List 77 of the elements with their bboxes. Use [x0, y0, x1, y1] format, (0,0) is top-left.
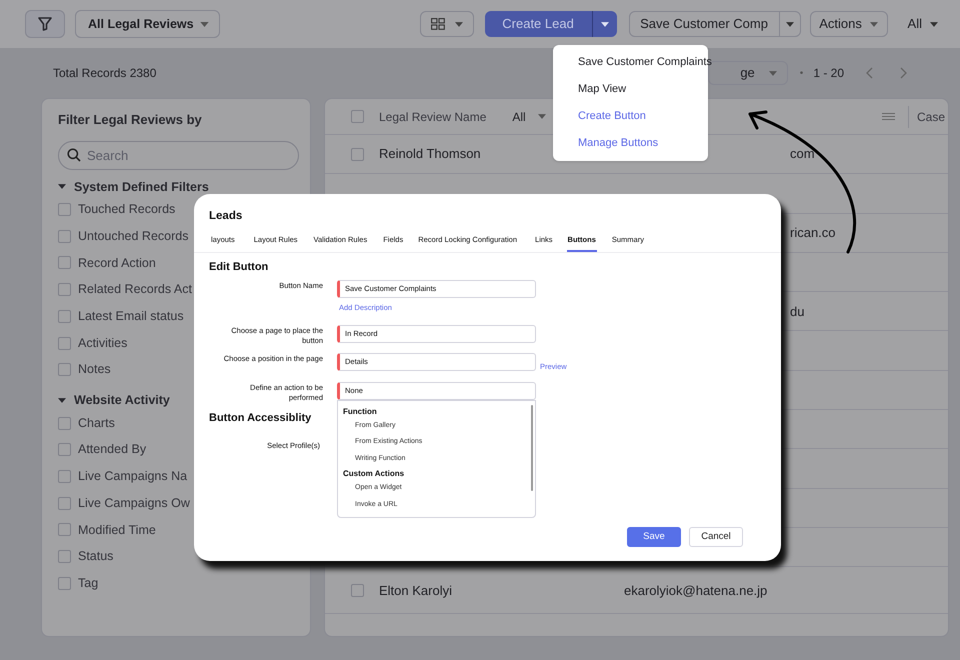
menu-item[interactable]: Map View — [553, 76, 708, 103]
caret-icon — [870, 22, 878, 26]
search-icon — [67, 148, 81, 162]
filter-group-header[interactable]: Website Activity — [58, 391, 170, 410]
option-group-label: Function — [342, 406, 378, 418]
option-group-label: Custom Actions — [342, 468, 406, 480]
section-title: Edit Button — [208, 260, 268, 276]
checkbox[interactable] — [351, 110, 364, 123]
page-range: 1 - 20 — [813, 65, 844, 82]
checkbox[interactable] — [58, 443, 71, 456]
checkbox[interactable] — [58, 336, 71, 350]
total-records-label: Total Records 2380 — [53, 65, 156, 82]
caret-icon — [454, 22, 463, 26]
table-cell-text: com — [790, 145, 815, 164]
checkbox[interactable] — [58, 416, 71, 430]
filter-option[interactable]: Notes — [78, 360, 111, 380]
view-toggle-button[interactable] — [420, 11, 474, 37]
menu-item[interactable]: Create Button — [553, 103, 708, 130]
checkbox[interactable] — [58, 310, 71, 323]
column-header: Case — [916, 108, 945, 126]
checkbox[interactable] — [351, 584, 364, 597]
checkbox[interactable] — [58, 203, 71, 216]
table-cell-text: Reinold Thomson — [379, 145, 482, 164]
column-filter[interactable]: All — [512, 108, 546, 126]
actions-button[interactable]: Actions — [810, 11, 888, 37]
section-title: Button Accessiblity — [208, 410, 312, 426]
filter-group-header[interactable]: System Defined Filters — [58, 178, 209, 196]
column-menu-button[interactable] — [882, 112, 896, 122]
view-selector[interactable]: All Legal Reviews — [75, 10, 220, 38]
checkbox[interactable] — [58, 256, 71, 270]
checkbox[interactable] — [58, 470, 71, 484]
filter-option[interactable]: Tag — [78, 574, 98, 593]
menu-icon — [882, 113, 895, 120]
table-cell-text: ekarolyiok@hatena.ne.jp — [624, 582, 768, 600]
caret-icon — [768, 70, 777, 76]
filter-option[interactable]: Live Campaigns Ow — [78, 494, 190, 513]
column-header: Legal Review Name — [379, 108, 486, 126]
checkbox[interactable] — [58, 576, 71, 590]
checkbox[interactable] — [58, 523, 71, 536]
separator-dot: • — [800, 66, 804, 80]
filter-option[interactable]: Record Action — [78, 254, 156, 272]
filter-button[interactable] — [25, 10, 65, 38]
caret-icon — [930, 22, 938, 26]
dialog-title: Leads — [208, 209, 244, 224]
cancel-button[interactable]: Cancel — [689, 527, 743, 547]
checkbox[interactable] — [351, 148, 364, 161]
filter-option[interactable]: Live Campaigns Na — [78, 467, 188, 486]
table-cell-text: rican.co — [790, 224, 836, 242]
panel-title: Filter Legal Reviews by — [58, 111, 203, 129]
filter-option[interactable]: Untouched Records — [78, 226, 188, 246]
grid-icon — [430, 18, 445, 30]
filter-option[interactable]: Status — [78, 547, 114, 566]
filter-option[interactable]: Modified Time — [78, 520, 156, 540]
checkbox[interactable] — [58, 283, 71, 296]
caret-icon — [600, 22, 609, 26]
menu-item[interactable]: Manage Buttons — [553, 130, 708, 157]
checkbox[interactable] — [58, 550, 71, 564]
table-cell-text: du — [790, 302, 804, 321]
filter-dropdown[interactable]: All — [908, 14, 938, 34]
chevron-right-icon — [900, 67, 906, 79]
checkbox[interactable] — [58, 230, 71, 243]
save-button[interactable]: Save — [627, 527, 681, 547]
filter-option[interactable]: Attended By — [78, 440, 146, 460]
filter-option[interactable]: Activities — [78, 334, 128, 352]
caret-icon — [538, 114, 546, 119]
filter-icon — [37, 16, 53, 32]
filter-option[interactable]: Charts — [78, 414, 115, 433]
caret-icon — [786, 22, 794, 26]
checkbox[interactable] — [58, 496, 71, 510]
search-field[interactable]: Search — [58, 140, 299, 170]
caret-icon — [200, 22, 209, 26]
filter-option[interactable]: Related Records Act — [78, 280, 192, 300]
filter-option[interactable]: Latest Email status — [78, 306, 184, 326]
table-cell-text: Elton Karolyi — [379, 582, 453, 600]
filter-option[interactable]: Touched Records — [78, 200, 176, 219]
chevron-left-icon — [866, 67, 872, 79]
checkbox[interactable] — [58, 363, 71, 376]
